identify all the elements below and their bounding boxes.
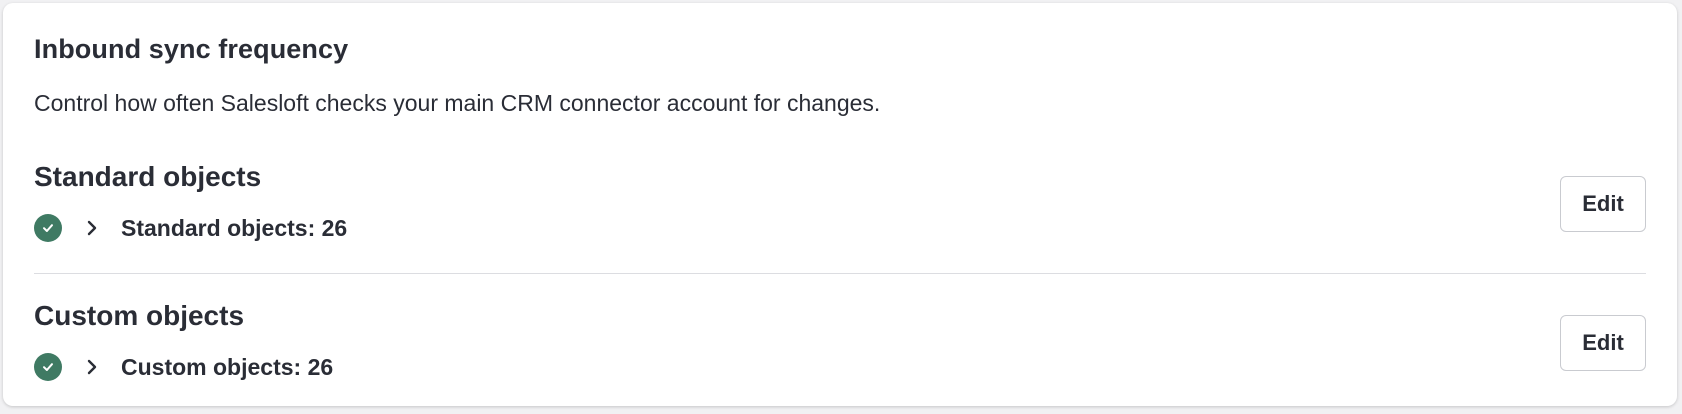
custom-objects-status-row: Custom objects: 26 [34, 352, 333, 382]
chevron-right-icon[interactable] [82, 217, 102, 239]
custom-objects-count: Custom objects: 26 [121, 353, 334, 380]
standard-objects-heading: Standard objects [34, 161, 262, 192]
custom-objects-heading: Custom objects [34, 300, 245, 331]
section-divider [34, 273, 1646, 274]
chevron-right-icon[interactable] [82, 356, 102, 378]
standard-objects-section: Standard objects Standard objects: 26 Ed… [34, 161, 1646, 271]
edit-custom-objects-button[interactable]: Edit [1560, 315, 1646, 371]
check-circle-icon [34, 214, 62, 242]
custom-objects-section: Custom objects Custom objects: 26 Edit [34, 300, 1646, 410]
edit-standard-objects-button[interactable]: Edit [1560, 176, 1646, 232]
inbound-sync-frequency-card: Inbound sync frequency Control how often… [3, 3, 1677, 406]
card-description: Control how often Salesloft checks your … [34, 90, 881, 116]
check-circle-icon [34, 353, 62, 381]
standard-objects-count: Standard objects: 26 [121, 214, 348, 241]
card-title: Inbound sync frequency [34, 34, 349, 64]
standard-objects-status-row: Standard objects: 26 [34, 213, 347, 243]
